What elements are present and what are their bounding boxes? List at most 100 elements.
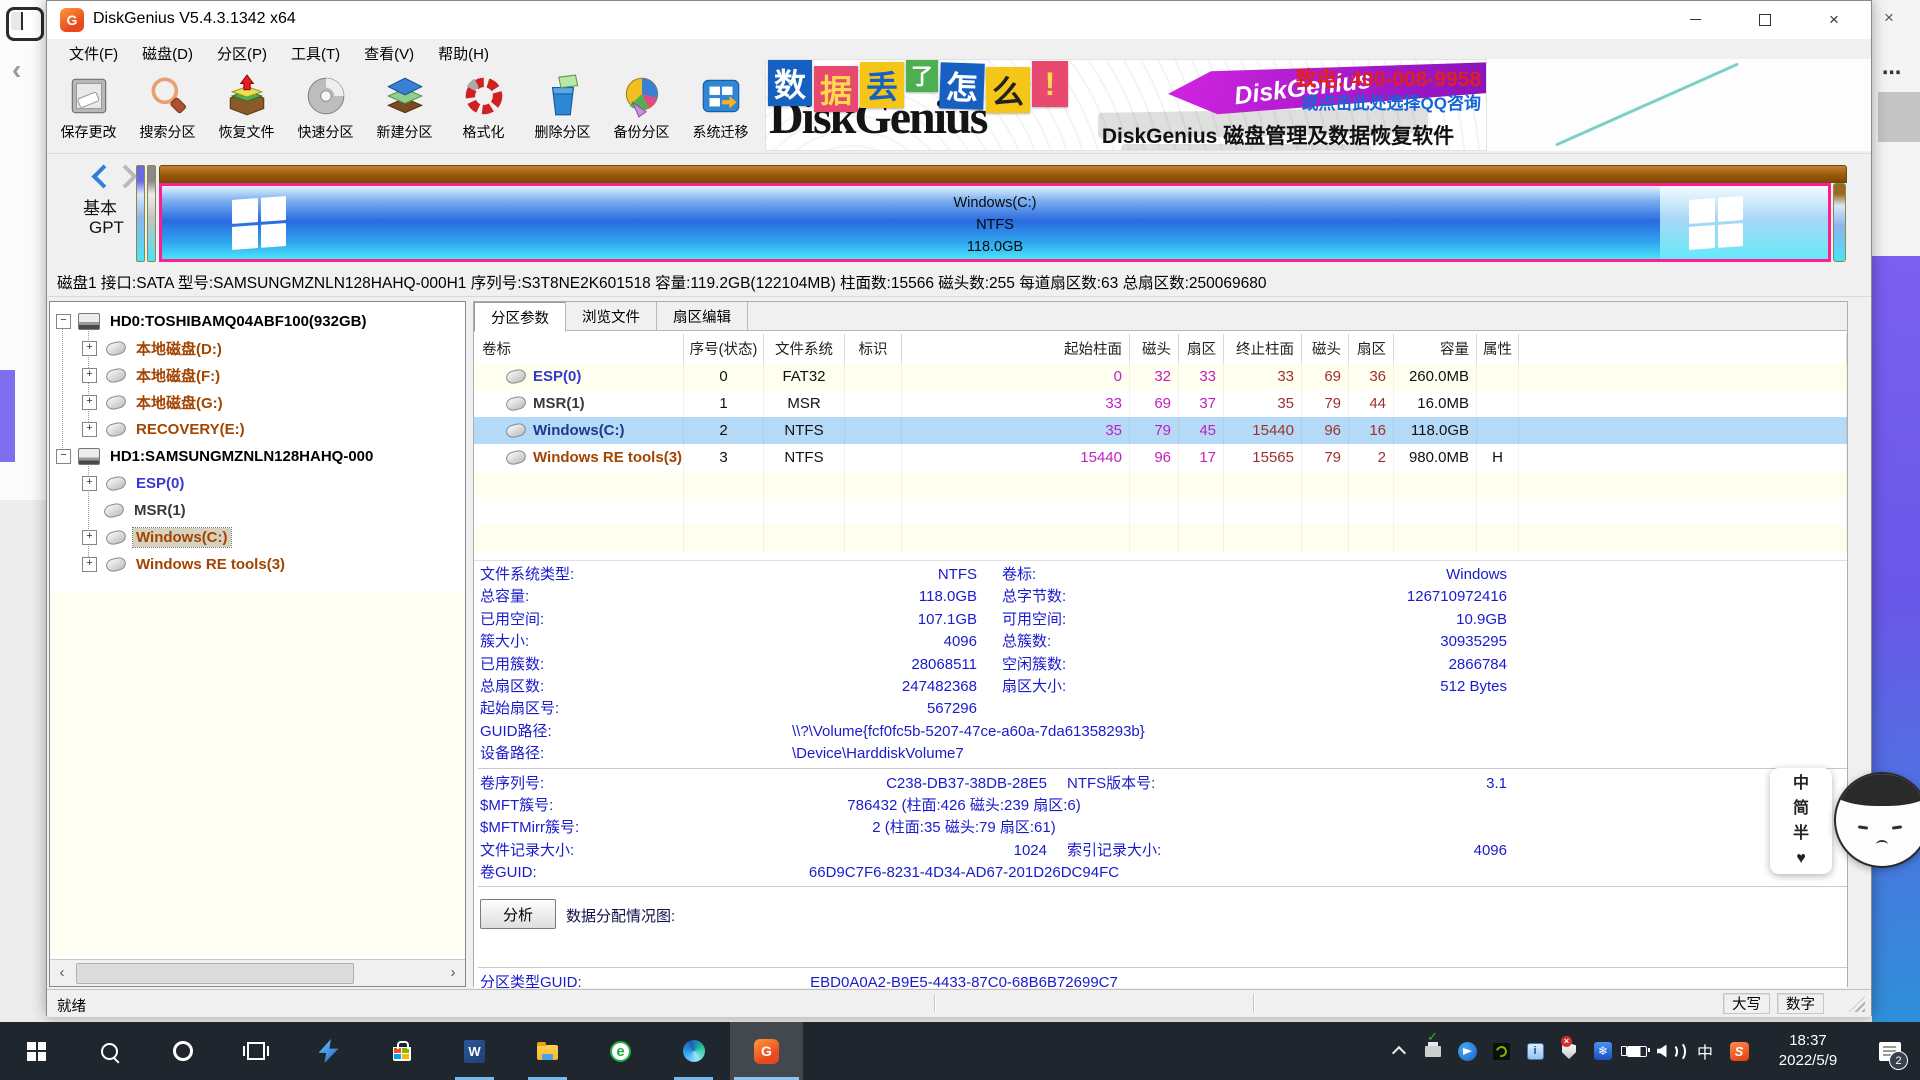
msr-partition-block[interactable] bbox=[147, 165, 156, 262]
scroll-right-icon[interactable]: › bbox=[441, 960, 465, 985]
table-row-1[interactable]: MSR(1)1MSR33693735794416.0MB bbox=[474, 390, 1847, 417]
column-header-0[interactable]: 卷标 bbox=[474, 334, 684, 363]
menu-item-5[interactable]: 帮助(H) bbox=[426, 40, 501, 67]
tree-item-8[interactable]: +Windows(C:) bbox=[50, 524, 465, 551]
expand-icon[interactable]: + bbox=[82, 395, 97, 410]
tree-item-5[interactable]: −HD1:SAMSUNGMZNLN128HAHQ-000 bbox=[50, 443, 465, 470]
defender-tray-button[interactable]: × bbox=[1552, 1022, 1586, 1080]
ime-mascot-face[interactable] bbox=[1834, 772, 1920, 868]
taskbar-clock[interactable]: 18:37 2022/5/9 bbox=[1756, 1022, 1860, 1080]
freeze-tray-button[interactable]: ❄ bbox=[1586, 1022, 1620, 1080]
collapse-icon[interactable]: − bbox=[56, 314, 71, 329]
column-header-7[interactable]: 终止柱面 bbox=[1224, 334, 1302, 363]
windows-c-partition-block[interactable]: Windows(C:) NTFS 118.0GB bbox=[159, 183, 1831, 262]
notification-center-button[interactable]: 2 bbox=[1860, 1022, 1920, 1080]
messenger-tray-button[interactable] bbox=[1450, 1022, 1484, 1080]
store-taskbar-button[interactable] bbox=[365, 1022, 438, 1080]
tree-item-2[interactable]: +本地磁盘(F:) bbox=[50, 362, 465, 389]
task-view-taskbar-button[interactable] bbox=[219, 1022, 292, 1080]
column-header-11[interactable]: 属性 bbox=[1477, 334, 1519, 363]
tab-1[interactable]: 浏览文件 bbox=[566, 302, 657, 330]
menu-item-0[interactable]: 文件(F) bbox=[57, 40, 130, 67]
sogou-tray-button[interactable]: S bbox=[1722, 1022, 1756, 1080]
column-header-10[interactable]: 容量 bbox=[1394, 334, 1477, 363]
column-header-9[interactable]: 扇区 bbox=[1349, 334, 1394, 363]
menu-item-2[interactable]: 分区(P) bbox=[205, 40, 279, 67]
disk-band[interactable] bbox=[159, 165, 1847, 183]
word-taskbar-button[interactable]: W bbox=[438, 1022, 511, 1080]
expand-icon[interactable]: + bbox=[82, 476, 97, 491]
scroll-left-icon[interactable]: ‹ bbox=[50, 960, 74, 985]
collapse-icon[interactable]: − bbox=[56, 449, 71, 464]
save-button[interactable]: 保存更改 bbox=[49, 67, 128, 151]
tree-item-3[interactable]: +本地磁盘(G:) bbox=[50, 389, 465, 416]
tree-item-1[interactable]: +本地磁盘(D:) bbox=[50, 335, 465, 362]
expand-icon[interactable]: + bbox=[82, 368, 97, 383]
format-button[interactable]: 格式化 bbox=[444, 67, 523, 151]
tray-chevron-tray-button[interactable] bbox=[1382, 1022, 1416, 1080]
start-taskbar-button[interactable] bbox=[0, 1022, 73, 1080]
bolt-app-taskbar-button[interactable] bbox=[292, 1022, 365, 1080]
input-language-indicator[interactable]: 中 bbox=[1688, 1022, 1722, 1080]
search-taskbar-button[interactable] bbox=[73, 1022, 146, 1080]
ime-item-2[interactable]: 半 bbox=[1793, 822, 1809, 846]
column-header-1[interactable]: 序号(状态) bbox=[684, 334, 764, 363]
explorer-taskbar-button[interactable] bbox=[511, 1022, 584, 1080]
intel-tray-button[interactable]: i bbox=[1518, 1022, 1552, 1080]
ime-item-1[interactable]: 简 bbox=[1793, 797, 1809, 821]
scrollbar-thumb[interactable] bbox=[76, 963, 354, 984]
menu-item-3[interactable]: 工具(T) bbox=[279, 40, 352, 67]
column-header-2[interactable]: 文件系统 bbox=[764, 334, 845, 363]
ime-item-0[interactable]: 中 bbox=[1793, 772, 1809, 796]
tree-horizontal-scrollbar[interactable]: ‹ › bbox=[50, 959, 465, 986]
edge-taskbar-button[interactable] bbox=[657, 1022, 730, 1080]
nvidia-tray-button[interactable] bbox=[1484, 1022, 1518, 1080]
tree-item-9[interactable]: +Windows RE tools(3) bbox=[50, 551, 465, 578]
expand-icon[interactable]: + bbox=[82, 422, 97, 437]
column-header-4[interactable]: 起始柱面 bbox=[902, 334, 1130, 363]
printer-tray-button[interactable]: ✓ bbox=[1416, 1022, 1450, 1080]
ad-banner[interactable]: 数据丢了怎么! DiskGenius DiskGenius 致电: 400-00… bbox=[765, 59, 1487, 151]
tree-item-7[interactable]: MSR(1) bbox=[50, 497, 465, 524]
expand-icon[interactable]: + bbox=[82, 557, 97, 572]
windows-re-partition-block[interactable] bbox=[1833, 183, 1846, 262]
next-disk-icon[interactable] bbox=[113, 164, 137, 188]
column-header-5[interactable]: 磁头 bbox=[1130, 334, 1179, 363]
system-migration-button[interactable]: 系统迁移 bbox=[681, 67, 760, 151]
battery-tray-button[interactable] bbox=[1620, 1022, 1654, 1080]
backup-partition-button[interactable]: 备份分区 bbox=[602, 67, 681, 151]
minimize-button[interactable] bbox=[1672, 1, 1718, 38]
quick-partition-button[interactable]: 快速分区 bbox=[286, 67, 365, 151]
diskgenius-taskbar-button[interactable]: G bbox=[730, 1022, 803, 1080]
esp-partition-block[interactable] bbox=[136, 165, 145, 262]
new-partition-button[interactable]: 新建分区 bbox=[365, 67, 444, 151]
column-header-6[interactable]: 扇区 bbox=[1179, 334, 1224, 363]
tree-item-6[interactable]: +ESP(0) bbox=[50, 470, 465, 497]
ime-item-3[interactable]: ♥ bbox=[1796, 847, 1806, 871]
search-partition-button[interactable]: 搜索分区 bbox=[128, 67, 207, 151]
table-row-3[interactable]: Windows RE tools(3)3NTFS1544096171556579… bbox=[474, 444, 1847, 471]
tree-item-0[interactable]: −HD0:TOSHIBAMQ04ABF100(932GB) bbox=[50, 308, 465, 335]
table-row-2[interactable]: Windows(C:)2NTFS357945154409616118.0GB bbox=[474, 417, 1847, 444]
analyze-button[interactable]: 分析 bbox=[480, 899, 556, 929]
menu-item-1[interactable]: 磁盘(D) bbox=[130, 40, 205, 67]
ime-status-box[interactable]: 中简半♥ bbox=[1770, 768, 1832, 874]
resize-grip[interactable] bbox=[1849, 996, 1865, 1012]
menu-item-4[interactable]: 查看(V) bbox=[352, 40, 426, 67]
close-button[interactable]: × bbox=[1811, 1, 1857, 38]
expand-icon[interactable]: + bbox=[82, 530, 97, 545]
maximize-button[interactable] bbox=[1742, 1, 1788, 38]
tab-0[interactable]: 分区参数 bbox=[474, 302, 566, 332]
delete-partition-button[interactable]: 删除分区 bbox=[523, 67, 602, 151]
tree-item-4[interactable]: +RECOVERY(E:) bbox=[50, 416, 465, 443]
ad-qq-link[interactable]: 或点击此处选择QQ咨询 bbox=[1302, 89, 1481, 114]
recover-files-button[interactable]: 恢复文件 bbox=[207, 67, 286, 151]
column-header-3[interactable]: 标识 bbox=[845, 334, 902, 363]
column-header-8[interactable]: 磁头 bbox=[1302, 334, 1349, 363]
expand-icon[interactable]: + bbox=[82, 341, 97, 356]
table-row-0[interactable]: ESP(0)0FAT3203233336936260.0MB bbox=[474, 363, 1847, 390]
prev-disk-icon[interactable] bbox=[91, 164, 115, 188]
volume-tray-button[interactable] bbox=[1654, 1022, 1688, 1080]
cortana-taskbar-button[interactable] bbox=[146, 1022, 219, 1080]
browser-e-taskbar-button[interactable]: e bbox=[584, 1022, 657, 1080]
